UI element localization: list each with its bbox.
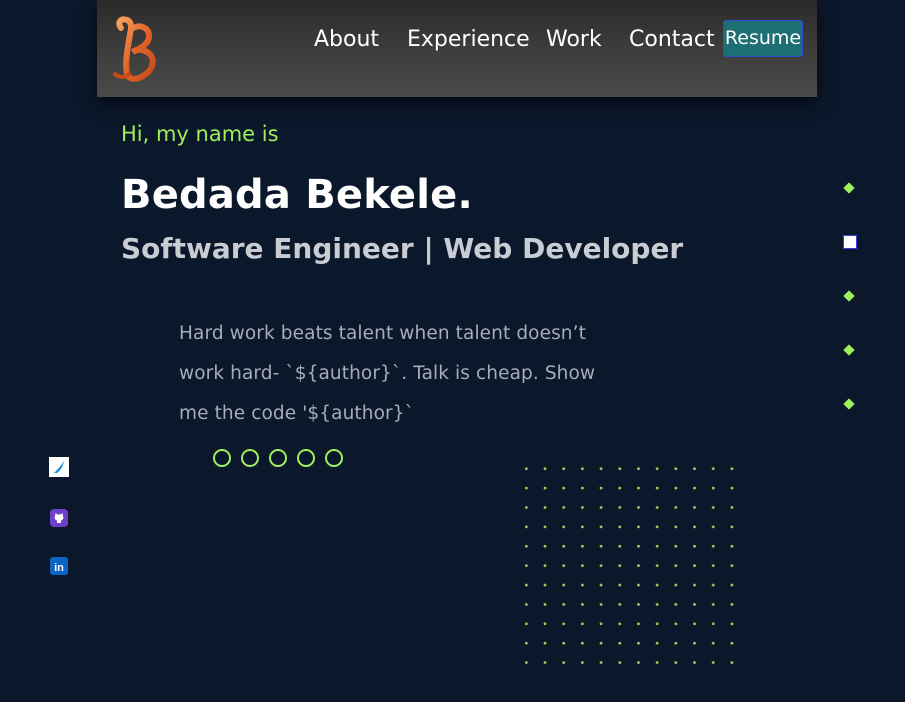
nav-link-work[interactable]: Work (546, 26, 602, 54)
carousel-dot[interactable] (241, 449, 259, 467)
nav-link-contact[interactable]: Contact (629, 26, 715, 54)
linkedin-icon-text: in (54, 562, 64, 574)
resume-button[interactable]: Resume (723, 20, 803, 57)
hero-subtitle: Software Engineer | Web Developer (121, 232, 684, 265)
linkedin-icon[interactable]: in (49, 556, 69, 576)
quote-text: Hard work beats talent when talent doesn… (179, 323, 596, 424)
nav-link-experience[interactable]: Experience (407, 26, 530, 54)
github-icon[interactable] (49, 508, 69, 528)
logo-icon[interactable] (107, 14, 161, 84)
side-nav-dot-active[interactable] (843, 235, 857, 249)
bluesky-icon[interactable] (49, 457, 69, 477)
top-navbar: About Experience Work Contact Resume (97, 0, 817, 97)
side-nav-dot[interactable] (843, 182, 855, 194)
side-nav-dot[interactable] (843, 344, 855, 356)
greeting-text: Hi, my name is (121, 122, 279, 146)
carousel-dot[interactable] (269, 449, 287, 467)
carousel-dot[interactable] (213, 449, 231, 467)
hero-name: Bedada Bekele. (121, 172, 473, 218)
side-nav-dot[interactable] (843, 290, 855, 302)
nav-link-about[interactable]: About (314, 26, 379, 54)
side-nav-dot[interactable] (843, 398, 855, 410)
carousel-dot[interactable] (325, 449, 343, 467)
carousel-dot[interactable] (297, 449, 315, 467)
decorative-dot-grid (525, 467, 745, 667)
